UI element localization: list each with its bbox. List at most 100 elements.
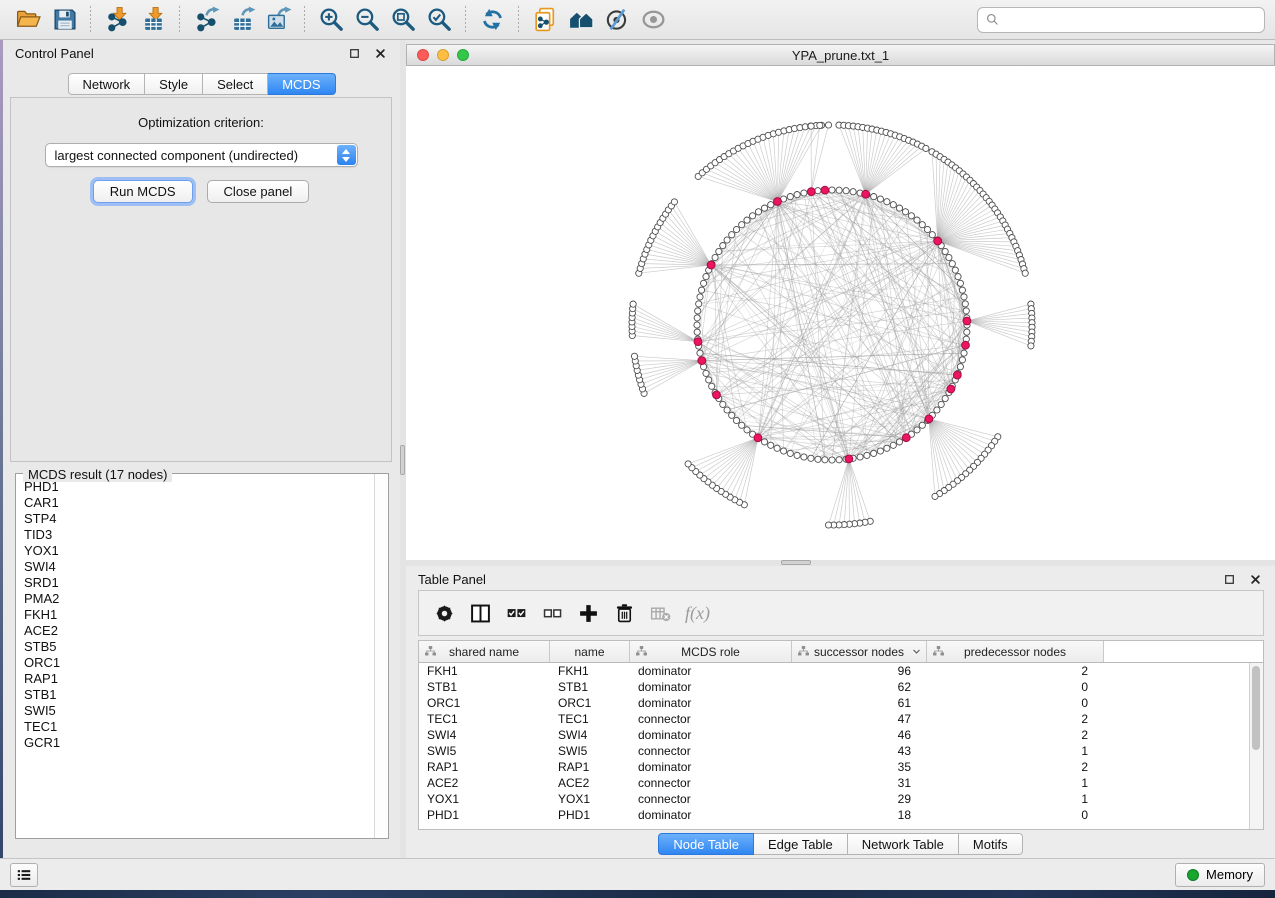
table-cell[interactable]: YOX1 xyxy=(419,792,550,806)
open-session-button[interactable] xyxy=(10,4,46,36)
memory-button[interactable]: Memory xyxy=(1175,863,1265,887)
table-row[interactable]: PHD1PHD1dominator180 xyxy=(419,807,1263,823)
search-field[interactable] xyxy=(977,7,1265,33)
tab-style[interactable]: Style xyxy=(145,73,203,95)
mcds-result-item[interactable]: YOX1 xyxy=(16,543,374,559)
mcds-result-item[interactable]: STP4 xyxy=(16,511,374,527)
mcds-result-item[interactable]: PMA2 xyxy=(16,591,374,607)
table-cell[interactable]: TEC1 xyxy=(550,712,630,726)
column-header-shared-name[interactable]: shared name xyxy=(419,641,550,662)
zoom-in-button[interactable] xyxy=(313,4,349,36)
table-row[interactable]: ACE2ACE2connector311 xyxy=(419,775,1263,791)
add-button[interactable] xyxy=(573,595,604,631)
horizontal-splitter-handle[interactable] xyxy=(781,560,811,565)
table-cell[interactable]: FKH1 xyxy=(550,664,630,678)
mcds-result-item[interactable]: TEC1 xyxy=(16,719,374,735)
table-cell[interactable]: SWI4 xyxy=(550,728,630,742)
float-panel-button[interactable] xyxy=(346,45,362,61)
run-mcds-button[interactable]: Run MCDS xyxy=(93,180,193,203)
import-table-button[interactable] xyxy=(135,4,171,36)
mcds-result-item[interactable]: SRD1 xyxy=(16,575,374,591)
table-cell[interactable]: 2 xyxy=(927,712,1104,726)
table-cell[interactable]: RAP1 xyxy=(419,760,550,774)
table-cell[interactable]: 29 xyxy=(792,792,927,806)
table-cell[interactable]: 1 xyxy=(927,776,1104,790)
vertical-splitter-handle[interactable] xyxy=(400,445,405,475)
table-cell[interactable]: connector xyxy=(630,792,792,806)
close-panel-button[interactable] xyxy=(372,45,388,61)
table-cell[interactable]: SWI5 xyxy=(419,744,550,758)
table-cell[interactable]: 43 xyxy=(792,744,927,758)
zoom-selected-button[interactable] xyxy=(421,4,457,36)
table-cell[interactable]: 62 xyxy=(792,680,927,694)
search-input[interactable] xyxy=(1000,11,1257,28)
table-cell[interactable]: ACE2 xyxy=(419,776,550,790)
optimization-criterion-select[interactable]: largest connected component (undirected) xyxy=(45,143,358,167)
table-cell[interactable]: YOX1 xyxy=(550,792,630,806)
mcds-result-item[interactable]: GCR1 xyxy=(16,735,374,751)
table-cell[interactable]: PHD1 xyxy=(550,808,630,822)
table-cell[interactable]: 2 xyxy=(927,728,1104,742)
table-cell[interactable]: ORC1 xyxy=(550,696,630,710)
mcds-result-item[interactable]: SWI5 xyxy=(16,703,374,719)
table-cell[interactable]: 47 xyxy=(792,712,927,726)
network-canvas[interactable] xyxy=(406,66,1275,560)
mcds-result-item[interactable]: FKH1 xyxy=(16,607,374,623)
mcds-result-item[interactable]: TID3 xyxy=(16,527,374,543)
mcds-result-item[interactable]: RAP1 xyxy=(16,671,374,687)
table-cell[interactable]: ACE2 xyxy=(550,776,630,790)
table-row[interactable]: TEC1TEC1connector472 xyxy=(419,711,1263,727)
table-row[interactable]: FKH1FKH1dominator962 xyxy=(419,663,1263,679)
trash-button[interactable] xyxy=(609,595,640,631)
export-image-button[interactable] xyxy=(260,4,296,36)
dock-tab-edge-table[interactable]: Edge Table xyxy=(754,833,848,855)
table-cell[interactable]: dominator xyxy=(630,680,792,694)
table-cell[interactable]: STB1 xyxy=(550,680,630,694)
column-header-predecessor-nodes[interactable]: predecessor nodes xyxy=(927,641,1104,662)
table-row[interactable]: YOX1YOX1connector291 xyxy=(419,791,1263,807)
table-cell[interactable]: connector xyxy=(630,712,792,726)
double-house-button[interactable] xyxy=(563,4,599,36)
table-cell[interactable]: STB1 xyxy=(419,680,550,694)
close-mcds-panel-button[interactable]: Close panel xyxy=(207,180,310,203)
table-row[interactable]: RAP1RAP1dominator352 xyxy=(419,759,1263,775)
table-cell[interactable]: 1 xyxy=(927,744,1104,758)
column-header-MCDS-role[interactable]: MCDS role xyxy=(630,641,792,662)
table-cell[interactable]: SWI4 xyxy=(419,728,550,742)
export-network-button[interactable] xyxy=(188,4,224,36)
table-cell[interactable]: dominator xyxy=(630,760,792,774)
zoom-fit-button[interactable] xyxy=(385,4,421,36)
dock-tab-network-table[interactable]: Network Table xyxy=(848,833,959,855)
table-scrollbar[interactable] xyxy=(1249,663,1263,829)
dock-tab-node-table[interactable]: Node Table xyxy=(658,833,754,855)
table-cell[interactable]: 31 xyxy=(792,776,927,790)
columns-button[interactable] xyxy=(465,595,496,631)
hide-details-button[interactable] xyxy=(599,4,635,36)
tab-select[interactable]: Select xyxy=(203,73,268,95)
table-cell[interactable]: connector xyxy=(630,744,792,758)
table-cell[interactable]: SWI5 xyxy=(550,744,630,758)
float-table-panel-button[interactable] xyxy=(1221,571,1237,587)
tab-mcds[interactable]: MCDS xyxy=(268,73,335,95)
mcds-result-item[interactable]: STB5 xyxy=(16,639,374,655)
save-session-button[interactable] xyxy=(46,4,82,36)
mcds-result-item[interactable]: ORC1 xyxy=(16,655,374,671)
table-row[interactable]: STB1STB1dominator620 xyxy=(419,679,1263,695)
table-cell[interactable]: 0 xyxy=(927,808,1104,822)
table-row[interactable]: ORC1ORC1dominator610 xyxy=(419,695,1263,711)
table-scrollbar-thumb[interactable] xyxy=(1252,666,1260,750)
mcds-result-item[interactable]: STB1 xyxy=(16,687,374,703)
table-cell[interactable]: TEC1 xyxy=(419,712,550,726)
column-header-successor-nodes[interactable]: successor nodes xyxy=(792,641,927,662)
zoom-out-button[interactable] xyxy=(349,4,385,36)
table-cell[interactable]: FKH1 xyxy=(419,664,550,678)
mcds-result-item[interactable]: CAR1 xyxy=(16,495,374,511)
close-table-panel-button[interactable] xyxy=(1247,571,1263,587)
dock-tab-motifs[interactable]: Motifs xyxy=(959,833,1023,855)
table-cell[interactable]: 2 xyxy=(927,760,1104,774)
apply-layout-button[interactable] xyxy=(474,4,510,36)
select-all-button[interactable] xyxy=(501,595,532,631)
mcds-result-item[interactable]: SWI4 xyxy=(16,559,374,575)
tab-network[interactable]: Network xyxy=(67,73,145,95)
table-cell[interactable]: 46 xyxy=(792,728,927,742)
